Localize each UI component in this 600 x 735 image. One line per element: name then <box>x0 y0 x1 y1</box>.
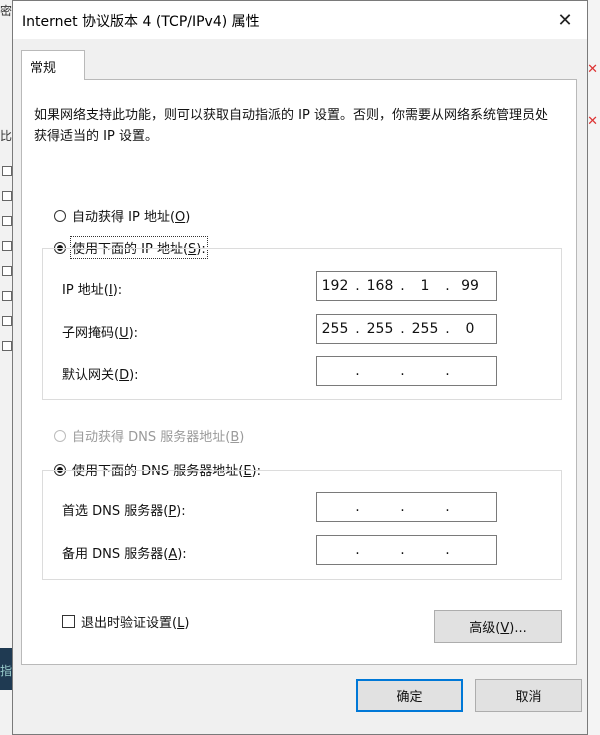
radio-circle[interactable] <box>54 209 66 222</box>
subnet-mask-input[interactable]: 255. 255. 255. 0 <box>316 314 497 344</box>
advanced-button-label: 高级(V)... <box>469 621 527 636</box>
ip-settings-group: IP 地址(I): 192. 168. 1. 99 子网掩码(U): 255. … <box>42 248 562 400</box>
default-gateway-input[interactable]: . . . <box>316 356 497 386</box>
alternate-dns-input[interactable]: . . . <box>316 535 497 565</box>
close-icon[interactable]: ✕ <box>551 6 579 34</box>
alternate-dns-label: 备用 DNS 服务器(A): <box>62 547 187 562</box>
background-text: 指 <box>0 664 13 678</box>
background-checkbox <box>2 266 12 276</box>
subnet-mask-label: 子网掩码(U): <box>62 326 139 341</box>
radio-circle[interactable] <box>54 429 66 442</box>
ipv4-properties-dialog: Internet 协议版本 4 (TCP/IPv4) 属性 ✕ 常规 如果网络支… <box>12 0 588 735</box>
checkbox-box[interactable] <box>62 615 75 628</box>
background-checkbox <box>2 291 12 301</box>
window-title: Internet 协议版本 4 (TCP/IPv4) 属性 <box>22 14 260 30</box>
background-window-right: ✕ ✕ <box>587 0 600 735</box>
preferred-dns-input[interactable]: . . . <box>316 492 497 522</box>
red-x-icon: ✕ <box>587 62 598 77</box>
background-checkbox <box>2 341 12 351</box>
ok-button[interactable]: 确定 <box>356 679 463 712</box>
tab-general[interactable]: 常规 <box>21 50 85 80</box>
background-checkbox <box>2 191 12 201</box>
background-checkbox <box>2 166 12 176</box>
description-text: 如果网络支持此功能，则可以获取自动指派的 IP 设置。否则，你需要从网络系统管理… <box>34 108 548 144</box>
auto-ip-radio[interactable]: 自动获得 IP 地址(O) <box>54 206 190 225</box>
auto-ip-label: 自动获得 IP 地址(O) <box>72 210 191 225</box>
red-x-icon: ✕ <box>587 114 598 129</box>
background-window-left: 密 比 指 <box>0 0 12 735</box>
validate-on-exit-label: 退出时验证设置(L) <box>81 616 190 631</box>
background-checkbox <box>2 316 12 326</box>
background-text: 比 <box>0 129 13 143</box>
general-panel: 如果网络支持此功能，则可以获取自动指派的 IP 设置。否则，你需要从网络系统管理… <box>21 79 577 665</box>
background-text: 密 <box>0 4 13 18</box>
cancel-button[interactable]: 取消 <box>475 679 582 712</box>
background-checkbox <box>2 216 12 226</box>
title-bar: Internet 协议版本 4 (TCP/IPv4) 属性 ✕ <box>13 1 587 39</box>
auto-dns-label: 自动获得 DNS 服务器地址(B) <box>72 430 245 445</box>
validate-on-exit-checkbox[interactable]: 退出时验证设置(L) <box>62 612 189 631</box>
background-dark-strip: 指 <box>0 648 12 690</box>
preferred-dns-label: 首选 DNS 服务器(P): <box>62 504 186 519</box>
background-checkbox <box>2 241 12 251</box>
ip-address-input[interactable]: 192. 168. 1. 99 <box>316 271 497 301</box>
default-gateway-label: 默认网关(D): <box>62 368 139 383</box>
auto-dns-radio[interactable]: 自动获得 DNS 服务器地址(B) <box>54 426 244 445</box>
tab-label: 常规 <box>30 61 57 76</box>
dns-settings-group: 首选 DNS 服务器(P): . . . 备用 DNS 服务器(A): . . … <box>42 470 562 580</box>
ip-address-label: IP 地址(I): <box>62 283 123 298</box>
advanced-button[interactable]: 高级(V)... <box>434 610 562 643</box>
